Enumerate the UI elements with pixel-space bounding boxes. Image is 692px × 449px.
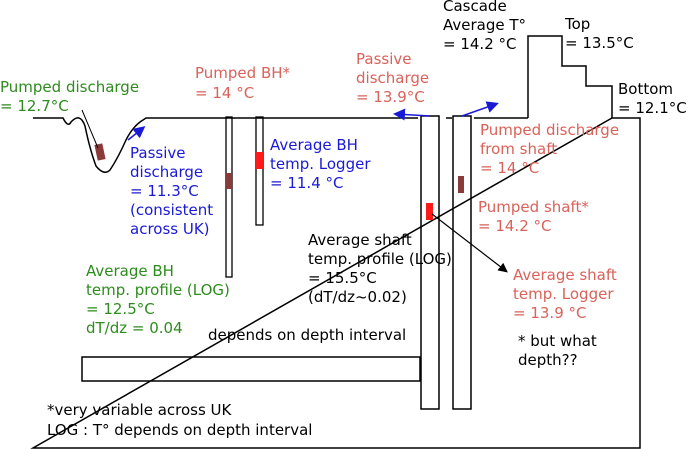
label-line: = 12.5°C: [86, 300, 155, 318]
label-line: = 13.9 °C: [513, 304, 586, 322]
label-pumped-shaft: Pumped shaft* = 14.2 °C: [478, 198, 589, 235]
label-line: across UK): [130, 220, 210, 238]
label-line: *very variable across UK: [47, 401, 233, 419]
label-passive-discharge-uk: Passive discharge = 11.3°C (consistent acros…: [130, 144, 213, 238]
label-passive-discharge-top: Passive discharge = 13.9°C: [356, 50, 429, 106]
label-average-shaft-profile: Average shaft temp. profile (LOG) = 15.5°C…: [308, 231, 452, 306]
diagram-svg: Pumped discharge = 12.7°CPumped BH* = 14 °…: [0, 0, 687, 449]
label-line: = 14.2 °C: [443, 35, 516, 53]
borehole-1: [225, 116, 233, 278]
label-but-what-depth: * but what depth??: [518, 332, 597, 369]
label-line: (consistent: [130, 201, 213, 219]
borehole-1-logger: [226, 173, 232, 189]
label-line: Passive: [356, 50, 411, 68]
diagram-canvas: Pumped discharge = 12.7°C Pumped BH* = 14 °…: [0, 0, 692, 449]
label-line: (dT/dz~0.02): [308, 288, 407, 306]
label-line: temp. profile (LOG): [86, 281, 230, 299]
label-line: = 13.5°C: [565, 34, 634, 52]
label-line: Passive: [130, 144, 185, 162]
label-depends-depth: depends on depth interval: [208, 326, 406, 344]
label-bottom: Bottom = 12.1°C: [618, 80, 687, 117]
label-footnote: *very variable across UK LOG : T° depends…: [47, 401, 312, 439]
label-line: Top: [564, 15, 590, 33]
label-line: depends on depth interval: [208, 326, 406, 344]
label-line: Pumped shaft*: [478, 198, 589, 216]
label-average-shaft-logger: Average shaft temp. Logger = 13.9 °C: [513, 266, 617, 322]
label-line: Pumped discharge: [480, 121, 619, 139]
pumped-discharge-pointer: [81, 109, 99, 149]
label-line: discharge: [130, 163, 203, 181]
horizontal-gallery: [81, 356, 421, 382]
label-average-bh-logger: Average BH temp. Logger = 11.4 °C: [270, 136, 371, 192]
shaft-passive-arrow-left: [393, 108, 431, 121]
label-pumped-discharge: Pumped discharge = 12.7°C: [0, 78, 139, 115]
label-line: Bottom: [618, 80, 673, 98]
label-top: Top = 13.5°C: [564, 15, 634, 52]
label-pumped-discharge-shaft: Pumped discharge from shaft = 14 °C: [480, 121, 619, 177]
label-line: = 11.4 °C: [270, 174, 343, 192]
label-line: = 13.9°C: [356, 88, 425, 106]
label-line: = 11.3°C: [130, 182, 199, 200]
label-line: discharge: [356, 69, 429, 87]
label-line: * but what: [518, 332, 597, 350]
label-line: Average T°: [443, 16, 526, 34]
label-line: = 12.7°C: [0, 97, 69, 115]
pond-passive-arrow: [127, 126, 146, 141]
label-line: dT/dz = 0.04: [86, 319, 183, 337]
label-line: depth??: [518, 351, 578, 369]
label-cascade: Cascade Average T° = 14.2 °C: [443, 0, 526, 53]
pond-logger: [94, 143, 106, 161]
label-line: = 14 °C: [480, 159, 539, 177]
label-line: Average BH: [86, 262, 174, 280]
shaft-1-logger: [426, 203, 433, 220]
label-line: = 14.2 °C: [478, 217, 551, 235]
label-line: from shaft: [480, 140, 557, 158]
label-line: Pumped discharge: [0, 78, 139, 96]
label-line: Pumped BH*: [195, 64, 291, 82]
shaft-2-logger: [458, 176, 464, 193]
label-line: = 14 °C: [195, 84, 254, 102]
label-line: temp. profile (LOG): [308, 250, 452, 268]
label-line: temp. Logger: [270, 155, 371, 173]
borehole-2: [255, 116, 264, 226]
shaft-2: [452, 115, 472, 410]
label-pumped-bh: Pumped BH* = 14 °C: [195, 64, 291, 102]
label-line: Average shaft: [308, 231, 412, 249]
label-line: LOG : T° depends on depth interval: [47, 421, 312, 439]
label-line: Average BH: [270, 136, 358, 154]
label-line: Average shaft: [513, 266, 617, 284]
borehole-2-logger: [256, 152, 263, 169]
shaft-passive-arrow-right: [461, 101, 499, 117]
label-line: Cascade: [443, 0, 507, 15]
label-line: temp. Logger: [513, 285, 614, 303]
label-line: = 15.5°C: [308, 269, 377, 287]
label-line: = 12.1°C: [618, 99, 687, 117]
